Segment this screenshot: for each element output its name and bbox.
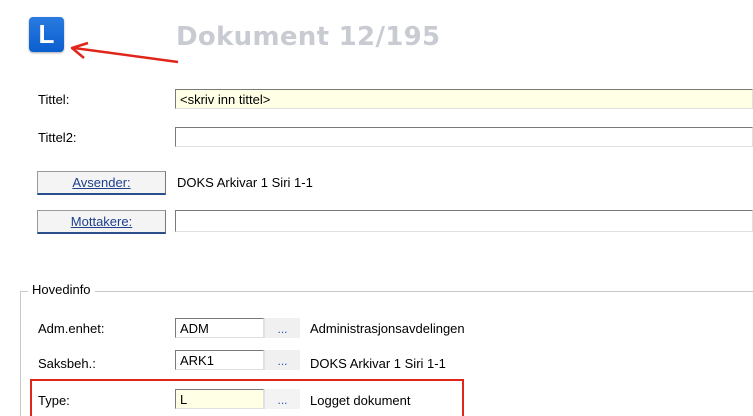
document-type-logo-icon: L — [29, 17, 64, 52]
type-highlight-box — [30, 379, 464, 416]
document-title: Dokument 12/195 — [176, 22, 441, 52]
mottakere-button-label: Mottakere: — [70, 214, 133, 229]
saksbeh-label: Saksbeh.: — [38, 356, 96, 371]
saksbeh-lookup-button[interactable]: ... — [264, 350, 300, 370]
annotation-arrow-icon — [70, 41, 179, 64]
hovedinfo-group-border-left — [20, 291, 21, 416]
partial-caption-text — [0, 0, 753, 6]
adm-enhet-lookup-button[interactable]: ... — [264, 318, 300, 338]
hovedinfo-group-title: Hovedinfo — [28, 282, 95, 297]
mottakere-input[interactable] — [175, 210, 753, 232]
avsender-value: DOKS Arkivar 1 Siri 1-1 — [177, 175, 313, 190]
adm-enhet-label: Adm.enhet: — [38, 321, 105, 336]
avsender-button-label: Avsender: — [72, 175, 131, 190]
saksbeh-input[interactable]: ARK1 — [175, 350, 264, 370]
tittel-label: Tittel: — [38, 92, 70, 107]
adm-enhet-input[interactable]: ADM — [175, 318, 264, 338]
tittel-input[interactable]: <skriv inn tittel> — [175, 89, 753, 109]
mottakere-button[interactable]: Mottakere: — [37, 210, 166, 234]
adm-enhet-description: Administrasjonsavdelingen — [310, 321, 465, 336]
tittel2-input[interactable] — [175, 127, 753, 147]
hovedinfo-group-border — [20, 291, 753, 292]
tittel2-label: Tittel2: — [38, 130, 77, 145]
avsender-button[interactable]: Avsender: — [37, 171, 166, 195]
saksbeh-description: DOKS Arkivar 1 Siri 1-1 — [310, 356, 446, 371]
